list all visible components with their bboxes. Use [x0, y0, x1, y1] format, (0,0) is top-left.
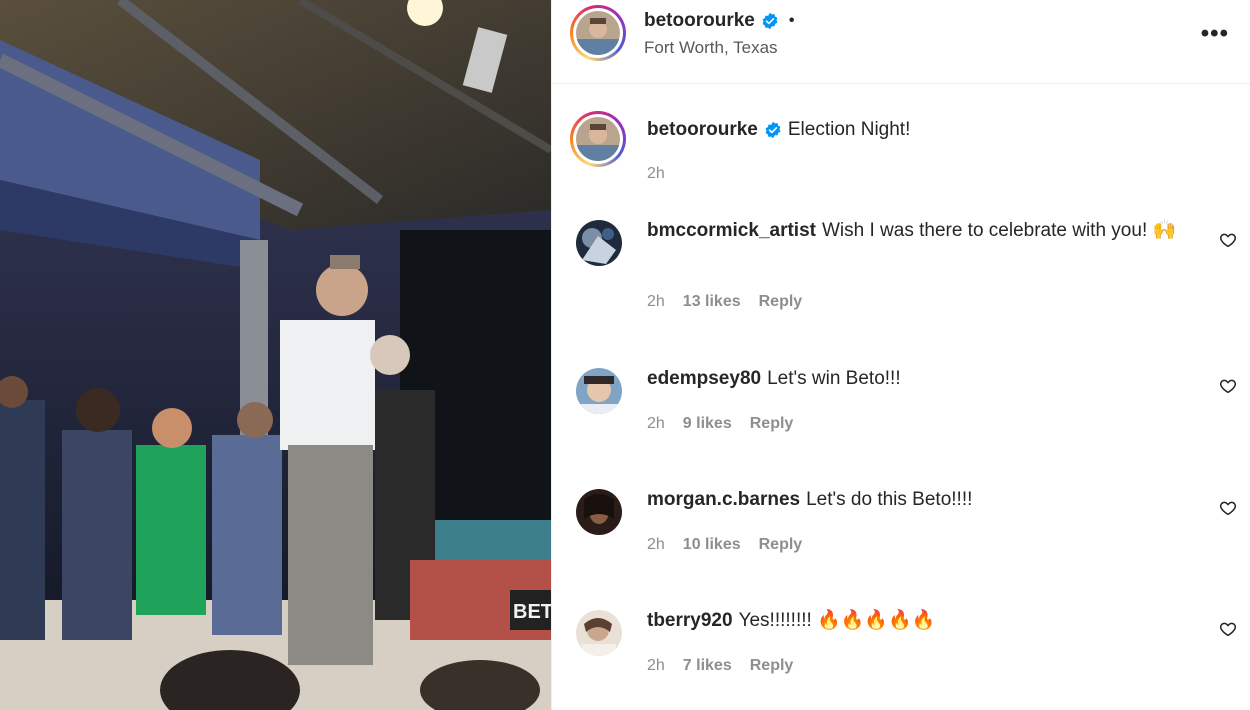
- comment-meta: 2h 10 likes Reply: [647, 536, 820, 554]
- caption-text: Election Night!: [787, 119, 911, 140]
- caption-timestamp[interactable]: 2h: [647, 165, 665, 183]
- reply-button[interactable]: Reply: [759, 536, 803, 554]
- more-options-icon[interactable]: •••: [1201, 20, 1229, 48]
- commenter-avatar[interactable]: [576, 489, 622, 535]
- comment-username[interactable]: edempsey80: [647, 368, 761, 389]
- comment-text: Let's win Beto!!!: [767, 368, 901, 389]
- commenter-avatar-photo: [576, 489, 622, 535]
- commenter-avatar[interactable]: [576, 220, 622, 266]
- post-panel: betoorourke • Fort Worth, Texas ••• beto…: [551, 0, 1250, 710]
- post-location[interactable]: Fort Worth, Texas: [644, 38, 778, 58]
- beto-sign: BET: [513, 601, 551, 623]
- comment-meta: 2h 9 likes Reply: [647, 415, 811, 433]
- comment-likes[interactable]: 10 likes: [683, 536, 741, 554]
- reply-button[interactable]: Reply: [750, 415, 794, 433]
- like-heart-icon[interactable]: [1219, 499, 1237, 517]
- comment-time[interactable]: 2h: [647, 657, 665, 675]
- comment-time[interactable]: 2h: [647, 415, 665, 433]
- comment-username[interactable]: bmccormick_artist: [647, 220, 816, 241]
- post-media[interactable]: BET: [0, 0, 551, 710]
- like-heart-icon[interactable]: [1219, 231, 1237, 249]
- post-header: betoorourke • Fort Worth, Texas •••: [552, 0, 1250, 84]
- commenter-avatar-photo: [576, 368, 622, 414]
- comment-time[interactable]: 2h: [647, 536, 665, 554]
- comment-body: tberry920 Yes!!!!!!!! 🔥🔥🔥🔥🔥: [647, 608, 1192, 634]
- comment-meta: 2h 13 likes Reply: [647, 293, 820, 311]
- comment-body: edempsey80 Let's win Beto!!!: [647, 366, 1192, 392]
- reply-button[interactable]: Reply: [750, 657, 794, 675]
- verified-badge-icon: [765, 121, 781, 139]
- like-heart-icon[interactable]: [1219, 377, 1237, 395]
- comment-text: Let's do this Beto!!!!: [806, 489, 973, 510]
- caption-avatar[interactable]: [570, 111, 626, 167]
- commenter-avatar-photo: [576, 610, 622, 656]
- author-avatar-photo: [576, 11, 620, 55]
- comment-body: morgan.c.barnes Let's do this Beto!!!!: [647, 487, 1192, 513]
- post-caption: betoorourke Election Night! 2h: [552, 108, 1250, 198]
- commenter-avatar[interactable]: [576, 368, 622, 414]
- reply-button[interactable]: Reply: [759, 293, 803, 311]
- author-username[interactable]: betoorourke: [644, 10, 755, 32]
- caption-username[interactable]: betoorourke: [647, 119, 758, 141]
- like-heart-icon[interactable]: [1219, 620, 1237, 638]
- comment-text: Yes!!!!!!!! 🔥🔥🔥🔥🔥: [738, 610, 936, 631]
- comment-likes[interactable]: 13 likes: [683, 293, 741, 311]
- comment-text: Wish I was there to celebrate with you! …: [821, 220, 1177, 241]
- commenter-avatar[interactable]: [576, 610, 622, 656]
- commenter-avatar-photo: [576, 220, 622, 266]
- comment-username[interactable]: tberry920: [647, 610, 733, 631]
- comment-item: edempsey80 Let's win Beto!!! 2h 9 likes R…: [552, 366, 1250, 446]
- caption-avatar-photo: [576, 117, 620, 161]
- verified-badge-icon: [762, 12, 778, 30]
- comment-username[interactable]: morgan.c.barnes: [647, 489, 800, 510]
- comment-item: morgan.c.barnes Let's do this Beto!!!! 2h…: [552, 487, 1250, 567]
- comment-body: bmccormick_artist Wish I was there to cel…: [647, 218, 1192, 244]
- author-avatar[interactable]: [570, 5, 626, 61]
- comment-likes[interactable]: 7 likes: [683, 657, 732, 675]
- comment-meta: 2h 7 likes Reply: [647, 657, 811, 675]
- comment-item: tberry920 Yes!!!!!!!! 🔥🔥🔥🔥🔥 2h 7 likes Re…: [552, 608, 1250, 688]
- comment-item: bmccormick_artist Wish I was there to cel…: [552, 218, 1250, 328]
- comment-likes[interactable]: 9 likes: [683, 415, 732, 433]
- post-photo: BET: [0, 0, 551, 710]
- header-separator: •: [788, 12, 795, 29]
- comment-time[interactable]: 2h: [647, 293, 665, 311]
